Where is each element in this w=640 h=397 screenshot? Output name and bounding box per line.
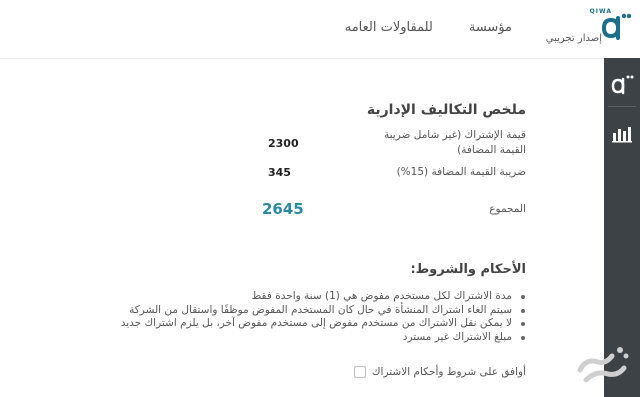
list-item: سيتم الغاء اشتراك المنشأة في حال كان الم… [121, 304, 526, 318]
sidebar-item-statistics[interactable] [604, 116, 640, 152]
agree-terms-label: أوافق على شروط وأحكام الاشتراك [371, 366, 526, 378]
agree-terms-row[interactable]: أوافق على شروط وأحكام الاشتراك [353, 366, 526, 378]
list-item: مبلغ الاشتراك غير مسترد [121, 331, 526, 345]
terms-title: الأحكام والشروط: [410, 262, 526, 277]
subscription-value: 2300 [268, 137, 299, 150]
subscription-value-label: قيمة الإشتراك (غير شامل ضريبة القيمة الم… [383, 129, 526, 156]
top-header: مؤسسة للمقاولات العامه QIWA إصدار تجريبي [0, 0, 640, 59]
terms-list: مدة الاشتراك لكل مستخدم مفوض هي (1) سنة … [121, 290, 526, 344]
company-name: مؤسسة للمقاولات العامه [345, 20, 512, 35]
qiwa-logo[interactable]: QIWA إصدار تجريبي [524, 6, 634, 52]
company-name-part2: للمقاولات العامه [344, 20, 433, 35]
list-item: لا يمكن نقل الاشتراك من مستخدم مفوض إلى … [120, 317, 526, 329]
vat-value: 345 [268, 166, 291, 179]
qiwa-logo-icon [611, 75, 634, 95]
qiwa-logo-icon [601, 13, 632, 40]
watermark-icon [577, 347, 629, 383]
main-content: ملخص التكاليف الإدارية قيمة الإشتراك (غي… [0, 58, 604, 397]
sidebar-item-home[interactable] [604, 66, 640, 102]
total-label: المجموع [489, 203, 526, 215]
beta-label: إصدار تجريبي [545, 33, 602, 44]
vat-label: ضريبة القيمة المضافة (15%) [396, 166, 526, 178]
company-name-part1: مؤسسة [468, 20, 512, 35]
bar-chart-icon [612, 127, 632, 143]
agree-terms-checkbox[interactable] [353, 366, 366, 378]
sidebar-divider [608, 106, 636, 107]
total-value: 2645 [262, 200, 304, 218]
summary-title: ملخص التكاليف الإدارية [366, 102, 526, 118]
list-item: مدة الاشتراك لكل مستخدم مفوض هي (1) سنة … [121, 290, 526, 304]
